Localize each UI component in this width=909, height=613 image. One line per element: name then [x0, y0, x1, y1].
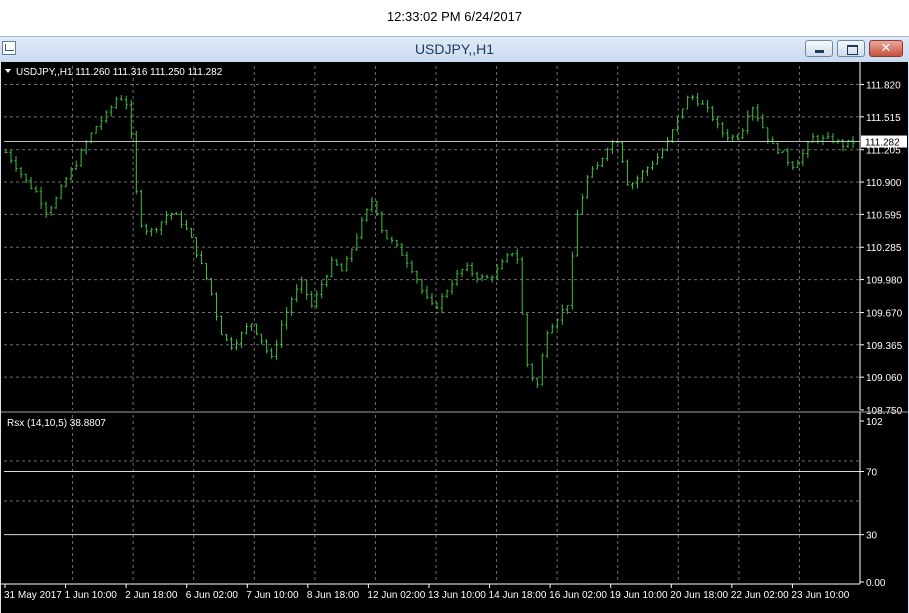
time-tick-label: 31 May 2017	[4, 590, 62, 601]
time-tick-label: 14 Jun 18:00	[489, 590, 547, 601]
close-icon: ✕	[880, 41, 892, 56]
close-button[interactable]: ✕	[869, 40, 903, 57]
indicator-tick-label: 0.00	[866, 578, 886, 589]
time-tick-label: 7 Jun 10:00	[246, 590, 299, 601]
indicator-tick-label: 70	[866, 468, 878, 479]
time-tick-label: 12 Jun 02:00	[367, 590, 425, 601]
time-tick-label: 13 Jun 10:00	[428, 590, 486, 601]
maximize-button[interactable]	[837, 40, 865, 57]
time-tick-label: 2 Jun 18:00	[125, 590, 178, 601]
maximize-icon	[838, 41, 864, 56]
price-tick-label: 111.515	[866, 113, 901, 124]
chart-window: USDJPY,,H1 ✕ 111.282 USDJPY,,H1 111.260 …	[0, 36, 909, 613]
time-tick-label: 22 Jun 02:00	[731, 590, 789, 601]
indicator-axis: 102 70 30 0.00	[859, 412, 886, 589]
time-tick-label: 20 Jun 18:00	[670, 590, 728, 601]
window-title: USDJPY,,H1	[414, 41, 495, 57]
time-tick-label: 8 Jun 18:00	[307, 590, 360, 601]
price-tick-label: 111.205	[866, 146, 901, 157]
grid-lines	[4, 66, 860, 582]
indicator-tick-label: 102	[866, 417, 883, 428]
indicator-tick-label: 30	[866, 531, 878, 542]
time-tick-label: 19 Jun 10:00	[610, 590, 668, 601]
price-tick-label: 111.820	[866, 80, 901, 91]
title-bar[interactable]: USDJPY,,H1 ✕	[0, 37, 909, 62]
time-tick-label: 16 Jun 02:00	[549, 590, 607, 601]
time-axis: 31 May 2017 1 Jun 10:00 2 Jun 18:00 6 Jun 0…	[4, 584, 850, 601]
time-tick-label: 1 Jun 10:00	[65, 590, 118, 601]
price-tick-label: 109.365	[866, 341, 903, 352]
minimize-icon	[806, 41, 832, 56]
clock-caption: 12:33:02 PM 6/24/2017	[386, 9, 523, 24]
panel-menu-arrow-icon[interactable]	[5, 69, 11, 73]
minimize-button[interactable]	[805, 40, 833, 57]
chart-area[interactable]: 111.282 USDJPY,,H1 111.260 111.316 111.2…	[1, 62, 908, 613]
indicator-levels	[4, 471, 860, 536]
price-chart-svg[interactable]: 111.282 USDJPY,,H1 111.260 111.316 111.2…	[1, 62, 908, 613]
price-axis: 111.820 111.515 111.205 110.900 110.595 110.2…	[859, 62, 903, 417]
price-tick-label: 109.980	[866, 276, 903, 287]
price-tick-label: 110.285	[866, 243, 902, 254]
price-tick-label: 109.670	[866, 308, 903, 319]
time-tick-label: 6 Jun 02:00	[186, 590, 239, 601]
indicator-header: Rsx (14,10,5) 38.8807	[7, 418, 106, 429]
candles	[4, 93, 855, 389]
price-tick-label: 110.900	[866, 178, 902, 189]
price-tick-label: 109.060	[866, 373, 903, 384]
chart-header: USDJPY,,H1 111.260 111.316 111.250 111.2…	[16, 67, 223, 78]
time-tick-label: 23 Jun 10:00	[791, 590, 849, 601]
price-tick-label: 110.595	[866, 210, 902, 221]
